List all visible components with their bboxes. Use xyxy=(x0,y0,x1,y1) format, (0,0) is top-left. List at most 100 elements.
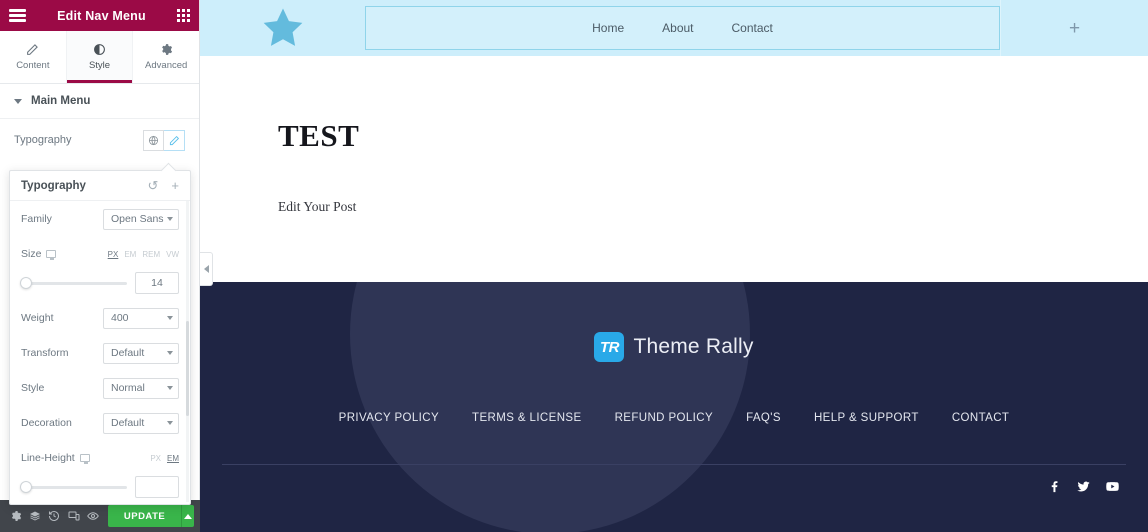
panel-header: Edit Nav Menu xyxy=(0,0,199,31)
gear-icon xyxy=(161,44,172,55)
line-height-slider-thumb[interactable] xyxy=(20,481,32,493)
responsive-monitor-icon[interactable] xyxy=(79,454,90,464)
pencil-icon xyxy=(27,44,39,55)
chevron-down-icon xyxy=(167,316,173,320)
update-options-button[interactable] xyxy=(181,505,194,527)
footer-link-privacy-policy[interactable]: PRIVACY POLICY xyxy=(339,412,439,424)
weight-label: Weight xyxy=(21,312,54,324)
facebook-icon[interactable] xyxy=(1047,479,1062,494)
size-units: PX EM REM VW xyxy=(108,250,179,259)
nav-menu-column: Home About Contact xyxy=(365,0,1000,56)
grid-icon[interactable] xyxy=(176,9,190,22)
tab-advanced-label: Advanced xyxy=(145,60,188,71)
footer-link-help-support[interactable]: HELP & SUPPORT xyxy=(814,412,919,424)
control-line-height: Line-Height PX EM xyxy=(10,440,190,504)
plus-icon[interactable]: + xyxy=(171,179,179,192)
unit-em[interactable]: EM xyxy=(167,454,179,463)
tab-content[interactable]: Content xyxy=(0,31,67,83)
family-select[interactable]: Open Sans xyxy=(103,208,179,230)
control-family: Family Open Sans xyxy=(10,201,190,236)
footer-links: PRIVACY POLICY TERMS & LICENSE REFUND PO… xyxy=(200,412,1148,424)
footer-link-terms-license[interactable]: TERMS & LICENSE xyxy=(472,412,582,424)
style-label: Style xyxy=(21,382,45,394)
twitter-icon[interactable] xyxy=(1076,479,1091,494)
brand-mark: TR xyxy=(594,332,625,362)
preview-canvas: Home About Contact + TEST Edit Your Post… xyxy=(200,0,1148,532)
typography-popover-header: Typography ↺ + xyxy=(10,171,190,201)
footer-link-faqs[interactable]: FAQ'S xyxy=(746,412,781,424)
control-transform: Transform Default xyxy=(10,335,190,370)
typography-control-row: Typography xyxy=(0,119,199,161)
footer-brand: TR Theme Rally xyxy=(200,282,1148,362)
weight-select[interactable]: 400 xyxy=(103,307,179,329)
contrast-icon xyxy=(94,44,105,55)
add-column-area[interactable]: + xyxy=(1000,0,1148,56)
footer-link-refund-policy[interactable]: REFUND POLICY xyxy=(615,412,714,424)
reset-icon[interactable]: ↺ xyxy=(148,179,159,192)
transform-value: Default xyxy=(111,347,145,359)
nav-link-about[interactable]: About xyxy=(662,21,693,35)
unit-rem[interactable]: REM xyxy=(142,250,160,259)
unit-px[interactable]: PX xyxy=(108,250,119,259)
transform-select[interactable]: Default xyxy=(103,342,179,364)
site-logo[interactable] xyxy=(200,0,365,56)
star-icon xyxy=(263,8,302,46)
nav-link-home[interactable]: Home xyxy=(592,21,624,35)
site-header: Home About Contact + xyxy=(200,0,1148,56)
hamburger-icon[interactable] xyxy=(9,9,26,22)
site-footer: TR Theme Rally PRIVACY POLICY TERMS & LI… xyxy=(200,282,1148,532)
size-slider[interactable] xyxy=(20,277,127,289)
pencil-edit-icon[interactable] xyxy=(164,129,185,151)
popover-scrollbar-thumb[interactable] xyxy=(186,321,189,416)
panel-title: Edit Nav Menu xyxy=(57,8,146,23)
unit-vw[interactable]: VW xyxy=(166,250,179,259)
line-height-units: PX EM xyxy=(150,454,179,463)
chevron-left-icon xyxy=(203,265,209,273)
panel-collapse-handle[interactable] xyxy=(200,252,213,286)
post-content-area: TEST Edit Your Post xyxy=(200,56,1148,286)
chevron-up-icon xyxy=(184,513,193,519)
responsive-monitor-icon[interactable] xyxy=(46,250,57,260)
weight-value: 400 xyxy=(111,312,129,324)
line-height-input[interactable] xyxy=(135,476,179,498)
family-label: Family xyxy=(21,213,52,225)
youtube-icon[interactable] xyxy=(1105,479,1120,494)
footer-link-contact[interactable]: CONTACT xyxy=(952,412,1010,424)
decoration-label: Decoration xyxy=(21,417,72,429)
post-title: TEST xyxy=(278,118,360,153)
decoration-select[interactable]: Default xyxy=(103,412,179,434)
typography-popover: Typography ↺ + Family Open Sans Size PX … xyxy=(9,170,191,505)
chevron-down-icon xyxy=(167,421,173,425)
control-style: Style Normal xyxy=(10,370,190,405)
brand-name: Theme Rally xyxy=(633,335,754,358)
elementor-panel: Edit Nav Menu Content Style Advanced Mai… xyxy=(0,0,200,532)
typography-label: Typography xyxy=(14,134,72,146)
style-select[interactable]: Normal xyxy=(103,377,179,399)
plus-icon[interactable]: + xyxy=(1069,19,1080,38)
tab-style-label: Style xyxy=(88,60,111,71)
chevron-down-icon xyxy=(14,98,22,104)
unit-em[interactable]: EM xyxy=(124,250,136,259)
line-height-label: Line-Height xyxy=(21,452,75,464)
globe-icon[interactable] xyxy=(143,129,164,151)
size-input[interactable]: 14 xyxy=(135,272,179,294)
tab-advanced[interactable]: Advanced xyxy=(133,31,199,83)
post-edit-link[interactable]: Edit Your Post xyxy=(278,199,1148,215)
social-links xyxy=(200,465,1148,494)
nav-link-contact[interactable]: Contact xyxy=(732,21,773,35)
tab-style[interactable]: Style xyxy=(66,31,134,83)
size-slider-thumb[interactable] xyxy=(20,277,32,289)
update-button[interactable]: UPDATE xyxy=(107,505,182,527)
size-label: Size xyxy=(21,248,42,260)
section-main-menu[interactable]: Main Menu xyxy=(0,84,199,119)
section-main-menu-label: Main Menu xyxy=(31,95,91,107)
chevron-down-icon xyxy=(167,351,173,355)
line-height-slider[interactable] xyxy=(20,481,127,493)
nav-menu-widget[interactable]: Home About Contact xyxy=(365,6,1000,50)
chevron-down-icon xyxy=(167,217,173,221)
panel-tabs: Content Style Advanced xyxy=(0,31,199,84)
unit-px[interactable]: PX xyxy=(150,454,161,463)
control-weight: Weight 400 xyxy=(10,300,190,335)
chevron-down-icon xyxy=(167,386,173,390)
typography-popover-title: Typography xyxy=(21,179,86,192)
